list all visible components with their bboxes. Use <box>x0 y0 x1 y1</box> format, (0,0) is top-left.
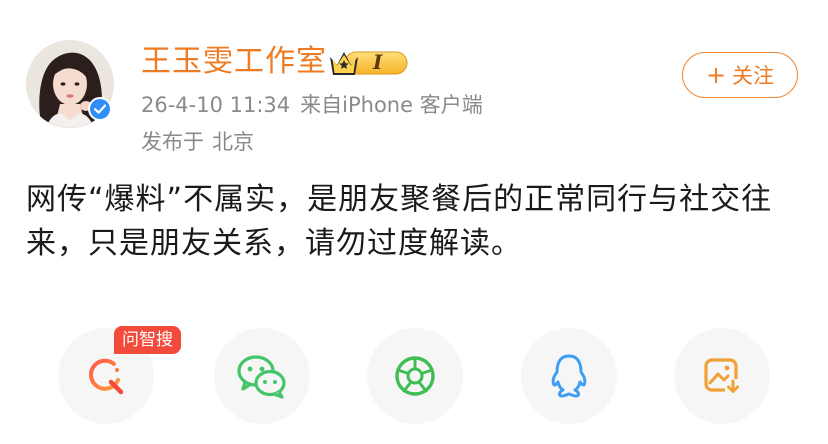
ai-search-tag: 问智搜 <box>114 326 181 354</box>
share-wechat-button[interactable] <box>214 328 310 424</box>
member-level-label: I <box>373 50 383 74</box>
qq-icon <box>551 354 587 398</box>
verified-badge <box>88 97 112 121</box>
source-prefix: 来自 <box>300 93 343 117</box>
save-image-button[interactable] <box>674 328 770 424</box>
share-bar: 问智搜 <box>0 320 828 444</box>
location-name: 北京 <box>212 130 254 154</box>
follow-label: 关注 <box>732 64 775 88</box>
weibo-post: 王玉雯工作室 I 26-4-10 11:34 来自iPhone 客户端 发布于 北京… <box>0 0 828 444</box>
ai-search-icon <box>89 358 124 395</box>
post-time: 26-4-10 11:34 <box>141 93 291 117</box>
source-device[interactable]: iPhone 客户端 <box>342 93 483 117</box>
post-meta: 26-4-10 11:34 来自iPhone 客户端 <box>141 90 483 120</box>
location-prefix: 发布于 <box>141 130 204 154</box>
share-moments-button[interactable] <box>367 328 463 424</box>
post-location: 发布于 北京 <box>141 127 254 157</box>
member-badge[interactable]: I <box>327 45 409 79</box>
plus-icon: + <box>705 61 727 89</box>
verified-check-icon <box>90 99 110 119</box>
moments-icon <box>395 356 435 396</box>
author-name[interactable]: 王玉雯工作室 <box>141 42 327 82</box>
save-image-icon <box>704 358 741 395</box>
share-qq-button[interactable] <box>521 328 617 424</box>
post-text: 网传“爆料”不属实，是朋友聚餐后的正常同行与社交往来，只是朋友关系，请勿过度解读… <box>26 182 773 261</box>
wechat-icon <box>237 355 286 399</box>
crown-icon <box>330 51 408 75</box>
follow-button[interactable]: + 关注 <box>682 52 798 98</box>
